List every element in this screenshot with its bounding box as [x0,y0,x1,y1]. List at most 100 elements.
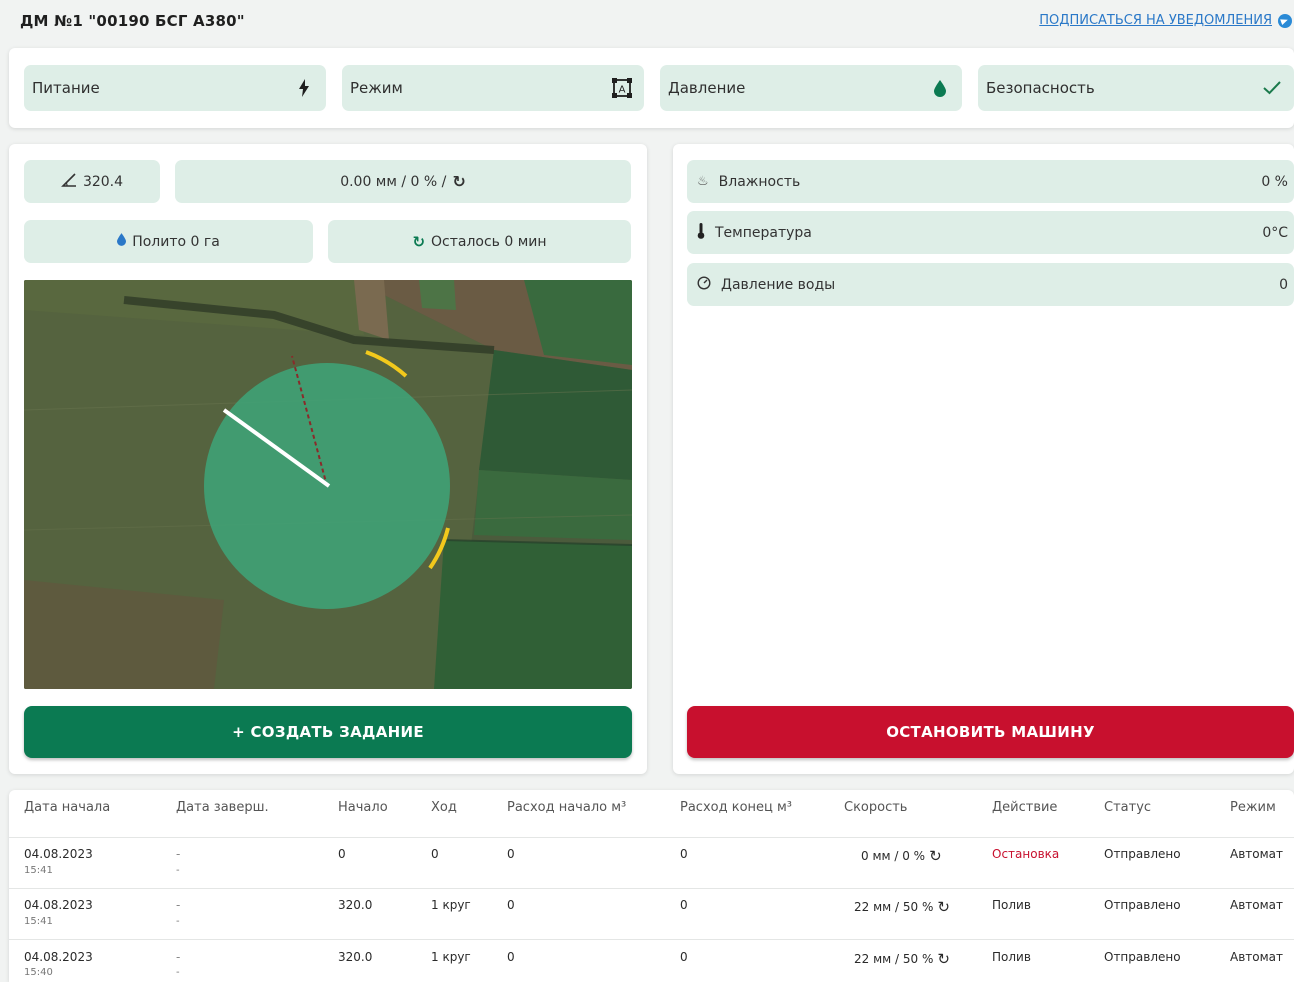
cell-stroke: 1 круг [431,950,471,964]
mode-icon: A [612,78,632,98]
page-title: ДМ №1 "00190 БСГ А380" [20,12,245,30]
cell-end-time: - [176,865,180,876]
cell-stroke: 1 круг [431,898,471,912]
angle-pill: 320.4 [24,160,160,203]
speed-value: 0 мм / 0 % [861,849,926,863]
cell-end-time: - [176,967,180,978]
sensor-label: Температура [715,224,812,241]
cell-flow-end: 0 [680,950,688,964]
column-header[interactable]: Скорость [844,800,907,815]
cell-start: 0 [338,847,346,861]
cell-mode: Автомат [1230,847,1284,861]
sensor-temperature: Температура 0°C [687,211,1294,254]
speed-value: 22 мм / 50 % [854,900,934,914]
cell-time: 15:41 [24,916,53,927]
status-pill-mode[interactable]: Режим A [342,65,644,111]
row-divider [9,888,1294,889]
watered-pill: Полито 0 га [24,220,313,263]
create-task-button[interactable]: + СОЗДАТЬ ЗАДАНИЕ [24,706,632,758]
status-pill-safety[interactable]: Безопасность [978,65,1294,111]
cell-end-date: - [176,950,181,964]
refresh-icon: ↻ [937,898,950,916]
cell-time: 15:41 [24,865,53,876]
column-header[interactable]: Статус [1104,800,1151,815]
column-header[interactable]: Действие [992,800,1057,815]
row-divider [9,939,1294,940]
cell-speed: 22 мм / 50 % ↻ [854,950,950,968]
angle-value: 320.4 [82,173,124,190]
column-header[interactable]: Начало [338,800,388,815]
humidity-icon: ♨ [697,174,709,189]
refresh-icon: ↻ [929,847,942,865]
cell-status: Отправлено [1104,898,1181,912]
column-header[interactable]: Ход [431,800,457,815]
sensor-water-pressure: Давление воды 0 [687,263,1294,306]
sensor-humidity: ♨ Влажность 0 % [687,160,1294,203]
row-divider [9,837,1294,838]
sensor-label: Давление воды [721,276,836,293]
machine-panel: 320.4 0.00 мм / 0 % / ↻ Полито 0 га ↻ Ос… [9,144,647,774]
cell-flow-start: 0 [507,950,515,964]
satellite-map-image [24,280,632,689]
cell-action: Полив [992,898,1031,912]
drop-icon [117,233,127,250]
cell-end-time: - [176,916,180,927]
field-map[interactable] [24,280,632,689]
cell-end-date: - [176,847,181,861]
cell-flow-start: 0 [507,898,515,912]
status-panel: Питание Режим A Давление Безопасность [9,48,1294,128]
status-pill-label: Давление [668,79,746,97]
cell-start: 320.0 [338,898,373,912]
cell-speed: 22 мм / 50 % ↻ [854,898,950,916]
cell-stroke: 0 [431,847,439,861]
speed-value: 22 мм / 50 % [854,952,934,966]
status-pill-label: Безопасность [986,79,1095,97]
status-pill-label: Режим [350,79,403,97]
remaining-value: Осталось 0 мин [431,233,547,250]
tasks-table: Дата начала Дата заверш. Начало Ход Расх… [9,790,1294,982]
column-header[interactable]: Дата заверш. [176,800,269,815]
check-icon [1262,78,1282,98]
column-header[interactable]: Дата начала [24,800,110,815]
cell-start: 320.0 [338,950,373,964]
cell-time: 15:40 [24,967,53,978]
column-header[interactable]: Расход конец м³ [680,800,792,815]
cell-action: Остановка [992,847,1060,861]
refresh-icon[interactable]: ↻ [452,172,465,191]
refresh-icon: ↻ [412,232,426,251]
status-pill-power[interactable]: Питание [24,65,326,111]
subscribe-notifications-link[interactable]: ПОДПИСАТЬСЯ НА УВЕДОМЛЕНИЯ [1039,13,1292,28]
subscribe-label: ПОДПИСАТЬСЯ НА УВЕДОМЛЕНИЯ [1039,13,1272,28]
gauge-icon [697,275,711,294]
cell-flow-end: 0 [680,898,688,912]
top-bar: ДМ №1 "00190 БСГ А380" ПОДПИСАТЬСЯ НА УВ… [0,0,1294,44]
sensors-panel: ♨ Влажность 0 % Температура 0°C Давление… [673,144,1294,774]
sensor-value: 0 [1279,276,1288,293]
cell-mode: Автомат [1230,950,1284,964]
cell-flow-start: 0 [507,847,515,861]
stop-machine-button[interactable]: ОСТАНОВИТЬ МАШИНУ [687,706,1294,758]
cell-date: 04.08.2023 [24,898,93,912]
refresh-icon: ↻ [937,950,950,968]
column-header[interactable]: Режим [1230,800,1276,815]
cell-flow-end: 0 [680,847,688,861]
cell-status: Отправлено [1104,950,1181,964]
remaining-pill: ↻ Осталось 0 мин [328,220,631,263]
angle-icon [61,172,77,191]
status-pill-label: Питание [32,79,100,97]
rate-value: 0.00 мм / 0 % / [340,173,447,190]
drop-icon [930,78,950,98]
lightning-icon [294,78,314,98]
cell-speed: 0 мм / 0 % ↻ [861,847,942,865]
telegram-icon [1278,13,1292,28]
cell-date: 04.08.2023 [24,950,93,964]
sensor-value: 0°C [1262,224,1288,241]
svg-text:A: A [619,85,626,96]
rate-pill: 0.00 мм / 0 % / ↻ [175,160,631,203]
column-header[interactable]: Расход начало м³ [507,800,626,815]
cell-action: Полив [992,950,1031,964]
cell-mode: Автомат [1230,898,1284,912]
sensor-label: Влажность [718,173,801,190]
cell-end-date: - [176,898,181,912]
status-pill-pressure[interactable]: Давление [660,65,962,111]
